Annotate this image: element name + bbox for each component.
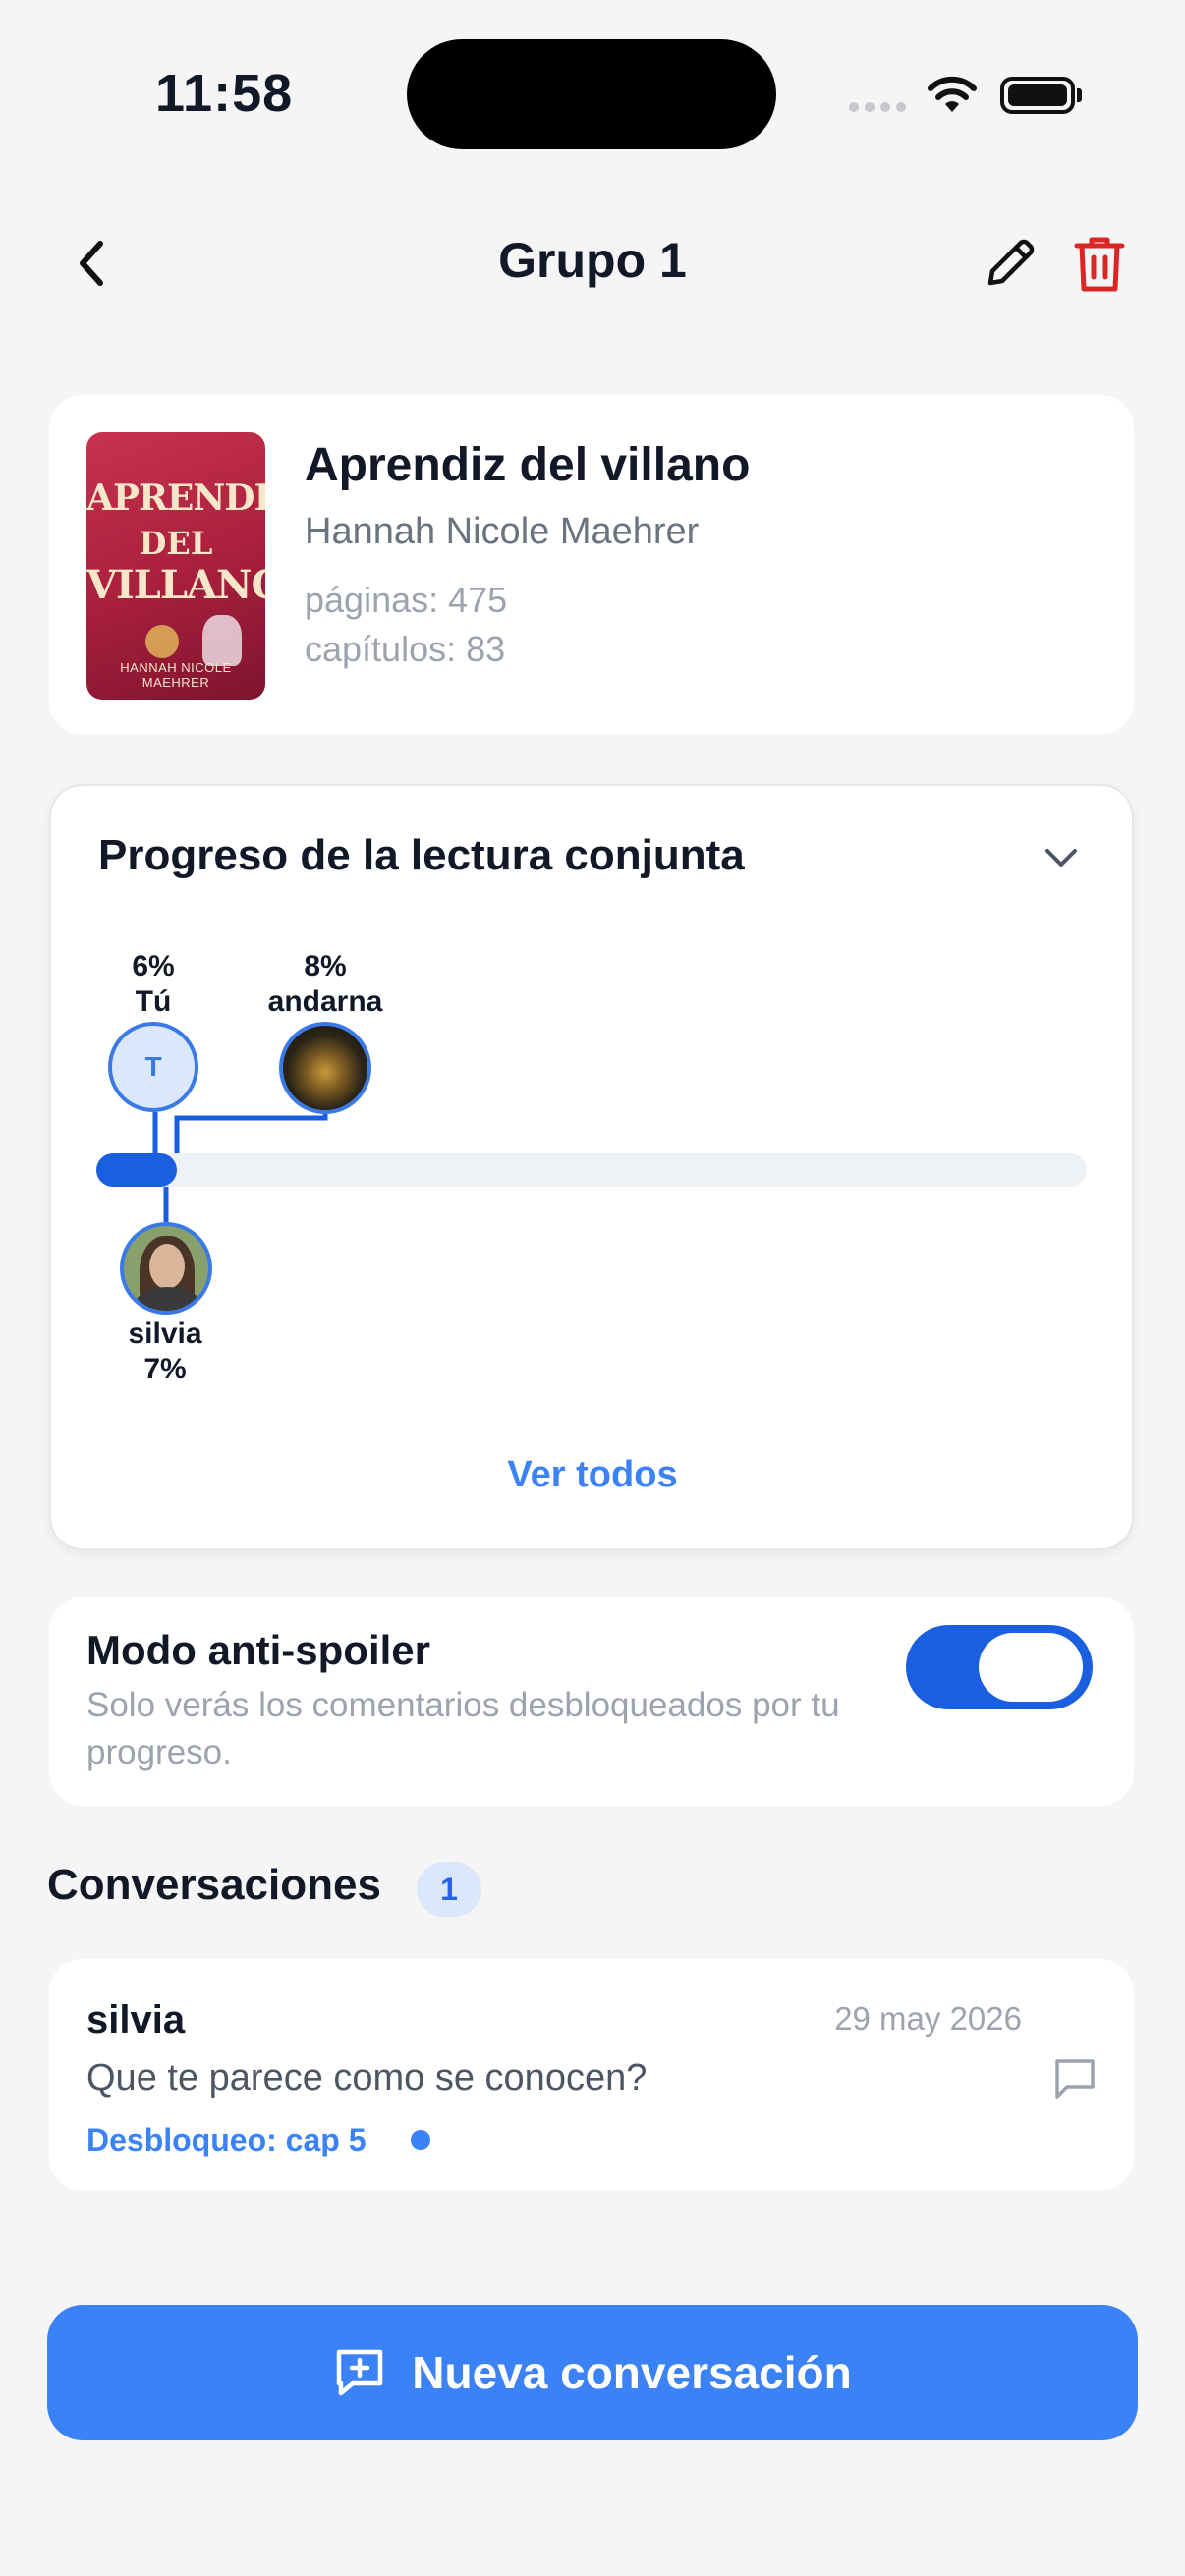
progress-fill	[96, 1153, 177, 1187]
toggle-knob	[979, 1633, 1083, 1702]
conversation-text: Que te parece como se conocen?	[86, 2057, 648, 2099]
conversation-date: 29 may 2026	[834, 2000, 1022, 2037]
member-percent: 7%	[143, 1353, 187, 1385]
progress-track	[96, 1153, 1087, 1187]
anti-spoiler-toggle[interactable]	[906, 1625, 1093, 1709]
avatar-initial: T	[144, 1051, 162, 1082]
member-name: silvia	[128, 1317, 202, 1350]
conversations-heading: Conversaciones	[47, 1861, 381, 1909]
see-all-link[interactable]: Ver todos	[0, 1454, 1185, 1496]
avatar-you[interactable]: T	[108, 1022, 198, 1112]
new-conversation-label: Nueva conversación	[412, 2347, 852, 2398]
add-chat-icon	[337, 2349, 383, 2396]
avatar-silvia[interactable]	[120, 1222, 212, 1315]
avatar-andarna[interactable]	[279, 1022, 371, 1114]
conversation-unlock: Desbloqueo: cap 5	[86, 2122, 367, 2157]
unread-dot	[411, 2130, 430, 2150]
anti-spoiler-description: Solo verás los comentarios desbloqueados…	[86, 1686, 840, 1771]
chat-bubble-icon	[1055, 2059, 1095, 2099]
conversations-count-badge: 1	[417, 1862, 481, 1917]
anti-spoiler-title: Modo anti-spoiler	[86, 1627, 430, 1673]
member-progress-label: silvia 7%	[106, 1316, 224, 1387]
conversation-user: silvia	[86, 1998, 186, 2042]
new-conversation-button[interactable]: Nueva conversación	[47, 2305, 1138, 2440]
